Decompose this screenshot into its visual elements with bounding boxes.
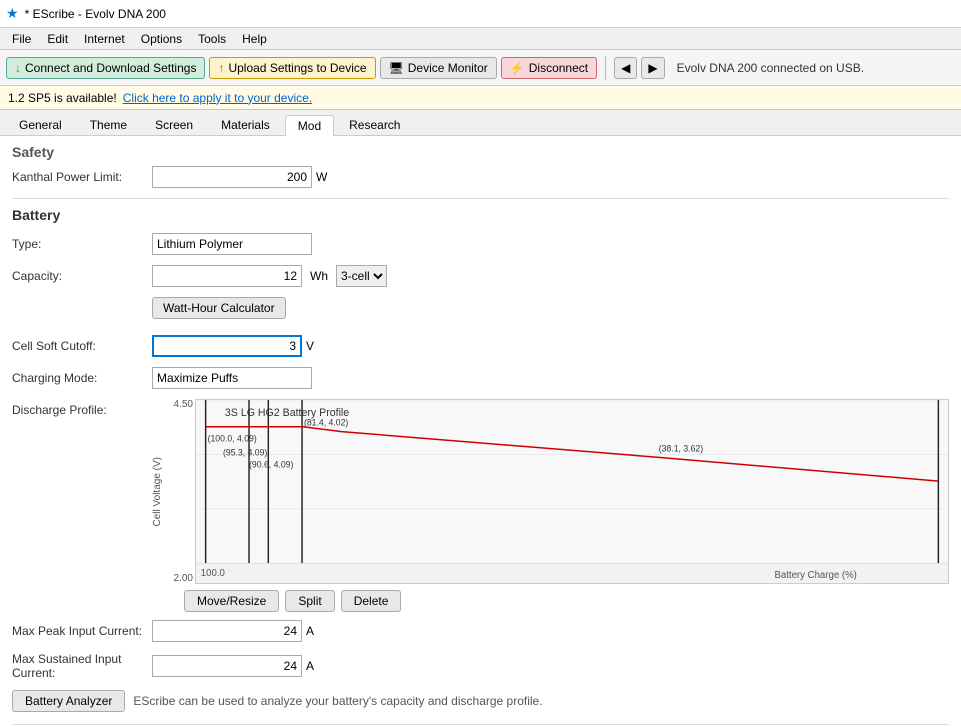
tab-theme[interactable]: Theme (77, 114, 140, 135)
update-bar: 1.2 SP5 is available! Click here to appl… (0, 86, 961, 110)
cell-count-select[interactable]: 1-cell 2-cell 3-cell 4-cell (336, 265, 387, 287)
cell-soft-cutoff-unit: V (306, 339, 314, 353)
max-peak-current-label: Max Peak Input Current: (12, 624, 152, 638)
device-monitor-button[interactable]: 🖥 Device Monitor (380, 57, 497, 79)
delete-button[interactable]: Delete (341, 590, 402, 612)
disconnect-button[interactable]: ⚡ Disconnect (501, 57, 597, 79)
charging-mode-select[interactable]: Maximize Puffs Maximize Battery Life Bal… (152, 367, 312, 389)
battery-type-label: Type: (12, 237, 152, 251)
app-icon: ★ (6, 5, 19, 22)
menu-help[interactable]: Help (234, 30, 275, 48)
connected-status: Evolv DNA 200 connected on USB. (677, 61, 864, 75)
battery-divider (12, 724, 949, 725)
tabs: General Theme Screen Materials Mod Resea… (0, 110, 961, 136)
max-sustained-current-row: Max Sustained Input Current: A (12, 652, 949, 680)
capacity-unit: Wh (310, 269, 328, 283)
discharge-action-buttons: Move/Resize Split Delete (184, 590, 949, 612)
move-resize-button[interactable]: Move/Resize (184, 590, 279, 612)
charging-mode-dropdown[interactable]: Maximize Puffs Maximize Battery Life Bal… (152, 367, 312, 389)
update-link[interactable]: Click here to apply it to your device. (123, 91, 312, 105)
svg-text:(38.1, 3.62): (38.1, 3.62) (659, 443, 703, 453)
cell-soft-cutoff-input[interactable] (152, 335, 302, 357)
tab-research[interactable]: Research (336, 114, 413, 135)
chart-with-yaxis: Cell Voltage (V) 4.50 2.00 (152, 399, 949, 584)
menu-bar: File Edit Internet Options Tools Help (0, 28, 961, 50)
upload-settings-button[interactable]: ↑ Upload Settings to Device (209, 57, 375, 79)
svg-text:100.0: 100.0 (201, 568, 226, 579)
kanthal-power-limit-input[interactable] (152, 166, 312, 188)
toolbar: ↓ Connect and Download Settings ↑ Upload… (0, 50, 961, 86)
chart-area: 3S LG HG2 Battery Profile (195, 399, 949, 584)
kanthal-power-unit: W (316, 170, 327, 184)
split-button[interactable]: Split (285, 590, 334, 612)
monitor-icon: 🖥 (389, 61, 404, 75)
svg-text:(95.3, 4.09): (95.3, 4.09) (223, 447, 267, 457)
max-peak-current-unit: A (306, 624, 314, 638)
battery-analyzer-button[interactable]: Battery Analyzer (12, 690, 125, 712)
svg-text:(100.0, 4.09): (100.0, 4.09) (208, 433, 257, 443)
capacity-group: Wh 1-cell 2-cell 3-cell 4-cell (152, 265, 387, 287)
y-axis-label: Cell Voltage (V) (152, 457, 163, 526)
tab-mod[interactable]: Mod (285, 115, 334, 136)
toolbar-separator-1 (605, 56, 606, 80)
kanthal-power-limit-label: Kanthal Power Limit: (12, 170, 152, 184)
menu-tools[interactable]: Tools (190, 30, 234, 48)
menu-edit[interactable]: Edit (39, 30, 76, 48)
y-tick-max: 4.50 (165, 399, 193, 410)
watt-hour-calculator-button[interactable]: Watt-Hour Calculator (152, 297, 286, 319)
safety-section-header: Safety (12, 144, 949, 160)
svg-text:Battery Charge (%): Battery Charge (%) (774, 570, 856, 581)
kanthal-power-limit-row: Kanthal Power Limit: W (12, 166, 949, 188)
battery-type-row: Type: Lithium Polymer Lithium Ion Lithiu… (12, 233, 949, 255)
battery-section-header: Battery (12, 207, 949, 223)
max-peak-current-input[interactable] (152, 620, 302, 642)
cell-soft-cutoff-label: Cell Soft Cutoff: (12, 339, 152, 353)
y-tick-labels: 4.50 2.00 (165, 399, 193, 584)
upload-icon: ↑ (218, 61, 224, 75)
battery-capacity-row: Capacity: Wh 1-cell 2-cell 3-cell 4-cell (12, 265, 949, 287)
battery-capacity-label: Capacity: (12, 269, 152, 283)
max-peak-current-row: Max Peak Input Current: A (12, 620, 949, 642)
connect-download-button[interactable]: ↓ Connect and Download Settings (6, 57, 205, 79)
max-sustained-current-label: Max Sustained Input Current: (12, 652, 152, 680)
title-bar: ★ * EScribe - Evolv DNA 200 (0, 0, 961, 28)
main-content: Safety Kanthal Power Limit: W Battery Ty… (0, 136, 961, 727)
forward-button[interactable]: ▶ (641, 57, 664, 79)
safety-divider (12, 198, 949, 199)
y-axis-area: Cell Voltage (V) 4.50 2.00 (152, 399, 193, 584)
discharge-profile-label: Discharge Profile: (12, 399, 152, 417)
charging-mode-label: Charging Mode: (12, 371, 152, 385)
tab-materials[interactable]: Materials (208, 114, 283, 135)
discharge-chart-wrapper: Cell Voltage (V) 4.50 2.00 (152, 399, 949, 612)
svg-text:(90.6, 4.09): (90.6, 4.09) (249, 459, 293, 469)
charging-mode-row: Charging Mode: Maximize Puffs Maximize B… (12, 367, 949, 389)
battery-capacity-input[interactable] (152, 265, 302, 287)
battery-analyzer-info: EScribe can be used to analyze your batt… (133, 694, 542, 708)
connect-icon: ↓ (15, 61, 21, 75)
menu-file[interactable]: File (4, 30, 39, 48)
battery-analyzer-row: Battery Analyzer EScribe can be used to … (12, 690, 949, 712)
max-sustained-current-input[interactable] (152, 655, 302, 677)
disconnect-icon: ⚡ (510, 61, 525, 75)
cell-soft-cutoff-row: Cell Soft Cutoff: V (12, 335, 949, 357)
discharge-chart-svg: 3S LG HG2 Battery Profile (196, 400, 948, 583)
battery-type-dropdown[interactable]: Lithium Polymer Lithium Ion Lithium Iron… (152, 233, 312, 255)
menu-internet[interactable]: Internet (76, 30, 133, 48)
update-text: 1.2 SP5 is available! (8, 91, 117, 105)
battery-type-select[interactable]: Lithium Polymer Lithium Ion Lithium Iron… (152, 233, 312, 255)
back-button[interactable]: ◀ (614, 57, 637, 79)
title-text: * EScribe - Evolv DNA 200 (25, 7, 166, 21)
svg-text:(81.4, 4.02): (81.4, 4.02) (304, 418, 348, 428)
watt-hour-row: Watt-Hour Calculator (12, 297, 949, 327)
menu-options[interactable]: Options (133, 30, 190, 48)
y-tick-min: 2.00 (165, 573, 193, 584)
max-sustained-current-unit: A (306, 659, 314, 673)
tab-general[interactable]: General (6, 114, 75, 135)
discharge-profile-row: Discharge Profile: Cell Voltage (V) 4.50… (12, 399, 949, 612)
tab-screen[interactable]: Screen (142, 114, 206, 135)
